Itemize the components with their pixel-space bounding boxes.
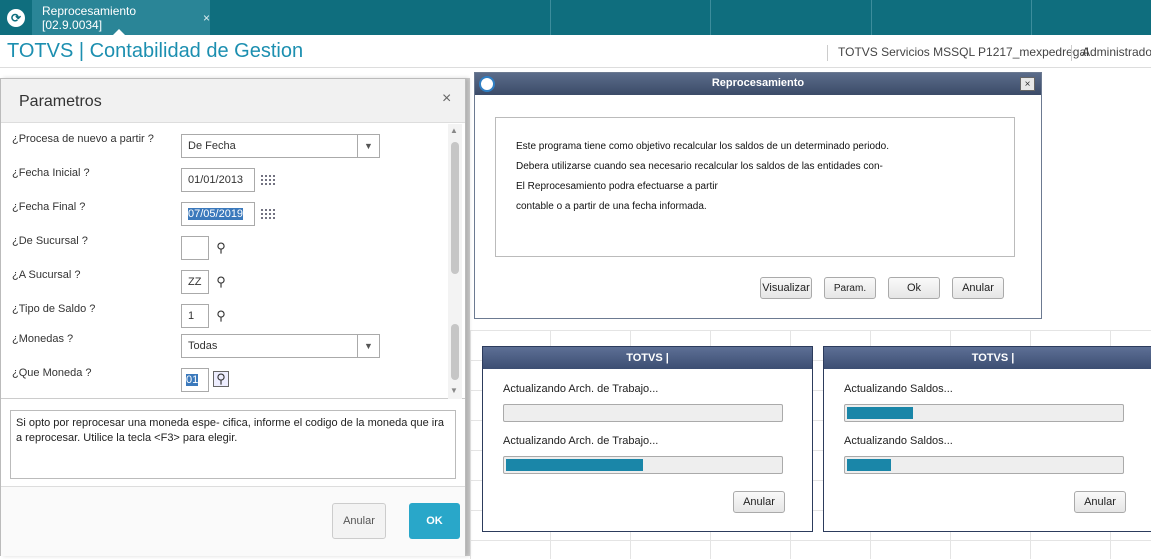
field-label: ¿A Sucursal ? — [12, 269, 81, 281]
field-label: ¿Procesa de nuevo a partir ? — [12, 133, 154, 145]
chevron-down-icon[interactable]: ▼ — [357, 135, 379, 157]
progress-title: TOTVS | — [483, 347, 812, 369]
progress-label: Actualizando Saldos... — [844, 435, 953, 447]
progress-window: TOTVS | Actualizando Saldos... Actualiza… — [823, 346, 1151, 532]
divider — [871, 0, 872, 35]
scroll-thumb[interactable] — [451, 142, 459, 274]
progress-bar — [503, 404, 783, 422]
tab-label: Reprocesamiento [02.9.0034] — [42, 3, 137, 32]
field-label: ¿Fecha Final ? — [12, 201, 86, 213]
ok-button[interactable]: Ok — [888, 277, 940, 299]
cancel-button[interactable]: Anular — [332, 503, 386, 539]
progress-fill — [847, 459, 891, 471]
search-icon[interactable]: ⚲ — [213, 274, 229, 290]
app-header: TOTVS | Contabilidad de Gestion TOTVS Se… — [0, 35, 1151, 68]
field-label: ¿Fecha Inicial ? — [12, 167, 90, 179]
que-moneda-input[interactable]: 01 — [181, 368, 209, 392]
parametros-close-icon[interactable]: × — [442, 90, 451, 108]
description-line: Debera utilizarse cuando sea necesario r… — [516, 161, 883, 172]
field-label: ¿De Sucursal ? — [12, 235, 88, 247]
field-label: ¿Monedas ? — [12, 333, 74, 345]
cancel-button[interactable]: Anular — [952, 277, 1004, 299]
totvs-logo-icon[interactable]: ⟳ — [0, 0, 32, 35]
description-line: Este programa tiene como objetivo recalc… — [516, 141, 889, 152]
progress-bar — [844, 404, 1124, 422]
description-line: El Reprocesamiento podra efectuarse a pa… — [516, 181, 718, 192]
parametros-title: Parametros — [19, 93, 102, 110]
calendar-icon[interactable] — [260, 208, 276, 220]
progress-label: Actualizando Arch. de Trabajo... — [503, 383, 659, 395]
progress-fill — [506, 459, 643, 471]
chevron-down-icon[interactable]: ▼ — [357, 335, 379, 357]
divider — [1031, 0, 1032, 35]
progress-label: Actualizando Saldos... — [844, 383, 953, 395]
progress-label: Actualizando Arch. de Trabajo... — [503, 435, 659, 447]
progress-fill — [847, 407, 913, 419]
dialog-title: Reprocesamiento — [711, 77, 805, 89]
scroll-down-icon[interactable]: ▼ — [450, 386, 458, 395]
field-label: ¿Tipo de Saldo ? — [12, 303, 96, 315]
cancel-button[interactable]: Anular — [733, 491, 785, 513]
divider — [710, 0, 711, 35]
a-sucursal-input[interactable]: ZZ — [181, 270, 209, 294]
visualizar-button[interactable]: Visualizar — [760, 277, 812, 299]
cancel-button[interactable]: Anular — [1074, 491, 1126, 513]
search-icon[interactable]: ⚲ — [213, 240, 229, 256]
parametros-panel: Parametros × ¿Procesa de nuevo a partir … — [0, 78, 466, 556]
fecha-inicial-input[interactable]: 01/01/2013 — [181, 168, 255, 192]
scroll-thumb[interactable] — [451, 324, 459, 380]
reprocesamiento-dialog: Reprocesamiento × Este programa tiene co… — [474, 72, 1042, 319]
tab-close-icon[interactable]: × — [203, 11, 210, 25]
fecha-final-input[interactable]: 07/05/2019 — [181, 202, 255, 226]
progress-bar — [844, 456, 1124, 474]
close-icon[interactable]: × — [1020, 77, 1035, 91]
procesa-select[interactable]: De Fecha ▼ — [181, 134, 380, 158]
parametros-footer: Anular OK — [1, 486, 465, 556]
app-title: TOTVS | Contabilidad de Gestion — [7, 40, 304, 62]
select-value: De Fecha — [188, 140, 236, 152]
divider — [550, 0, 551, 35]
search-icon[interactable]: ⚲ — [213, 308, 229, 324]
server-info: TOTVS Servicios MSSQL P1217_mexpedregal — [827, 45, 1089, 61]
description-line: contable o a partir de una fecha informa… — [516, 201, 707, 212]
field-label: ¿Que Moneda ? — [12, 367, 92, 379]
tipo-saldo-input[interactable]: 1 — [181, 304, 209, 328]
ok-button[interactable]: OK — [409, 503, 460, 539]
select-value: Todas — [188, 340, 218, 352]
top-tab-bar: ⟳ Reprocesamiento [02.9.0034] × — [0, 0, 1151, 35]
monedas-select[interactable]: Todas ▼ — [181, 334, 380, 358]
user-menu[interactable]: Administrador — [1071, 45, 1151, 61]
de-sucursal-input[interactable] — [181, 236, 209, 260]
parametros-form: ¿Procesa de nuevo a partir ? De Fecha ▼ … — [1, 124, 465, 399]
scroll-up-icon[interactable]: ▲ — [450, 126, 458, 135]
form-scrollbar[interactable]: ▲ ▼ — [448, 124, 462, 399]
dialog-header: Reprocesamiento × — [475, 73, 1041, 95]
progress-bar — [503, 456, 783, 474]
param-button[interactable]: Param. — [824, 277, 876, 299]
progress-window: TOTVS | Actualizando Arch. de Trabajo...… — [482, 346, 813, 532]
progress-title: TOTVS | — [824, 347, 1151, 369]
search-icon[interactable]: ⚲ — [213, 371, 229, 387]
parametros-header: Parametros × — [1, 79, 465, 123]
help-text: Si opto por reprocesar una moneda espe- … — [10, 410, 456, 479]
dialog-description: Este programa tiene como objetivo recalc… — [495, 117, 1015, 257]
calendar-icon[interactable] — [260, 174, 276, 186]
